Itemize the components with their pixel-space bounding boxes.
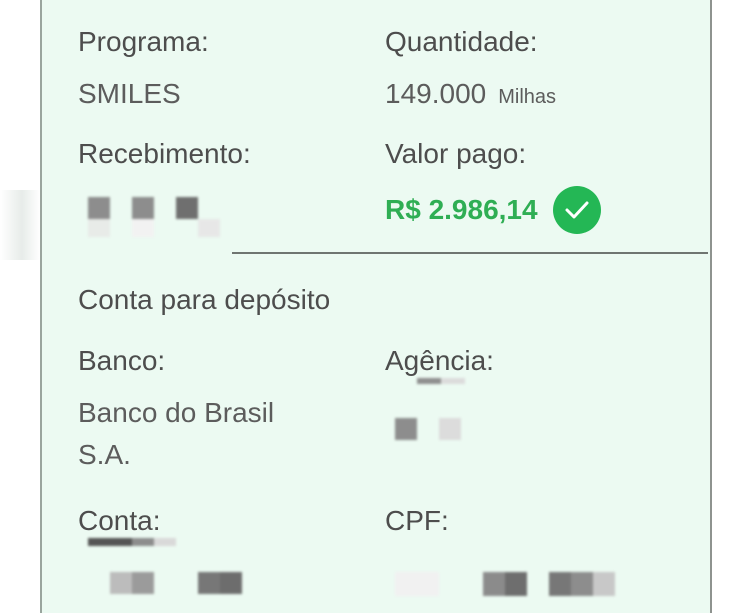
quantity-number: 149.000 — [385, 78, 487, 109]
receipt-label: Recebimento: — [78, 138, 251, 169]
section-divider — [232, 252, 708, 254]
bank-label: Banco: — [78, 345, 166, 376]
paid-value: R$ 2.986,14 — [385, 194, 538, 225]
paid-row: R$ 2.986,14 — [385, 186, 601, 234]
receipt-redacted-value — [88, 197, 228, 239]
bank-value-line2: S.A. — [78, 439, 131, 470]
paid-label: Valor pago: — [385, 138, 527, 169]
quantity-unit: Milhas — [498, 86, 557, 108]
agency-label: Agência: — [385, 345, 494, 376]
bottom-left-blank — [0, 540, 42, 613]
program-value: SMILES — [78, 78, 181, 109]
program-label: Programa: — [78, 26, 209, 57]
account-label: Conta: — [78, 505, 161, 536]
cpf-redacted-value — [395, 572, 620, 598]
cpf-label: CPF: — [385, 505, 449, 536]
quantity-label: Quantidade: — [385, 26, 538, 57]
left-edge-shadow — [0, 190, 40, 260]
deposit-section-title: Conta para depósito — [78, 284, 331, 315]
check-circle-icon — [552, 186, 601, 234]
bank-value-line1: Banco do Brasil — [78, 397, 275, 428]
account-redacted-value — [88, 538, 268, 600]
quantity-value: 149.000 Milhas — [385, 78, 556, 113]
agency-redacted-value — [395, 378, 491, 440]
